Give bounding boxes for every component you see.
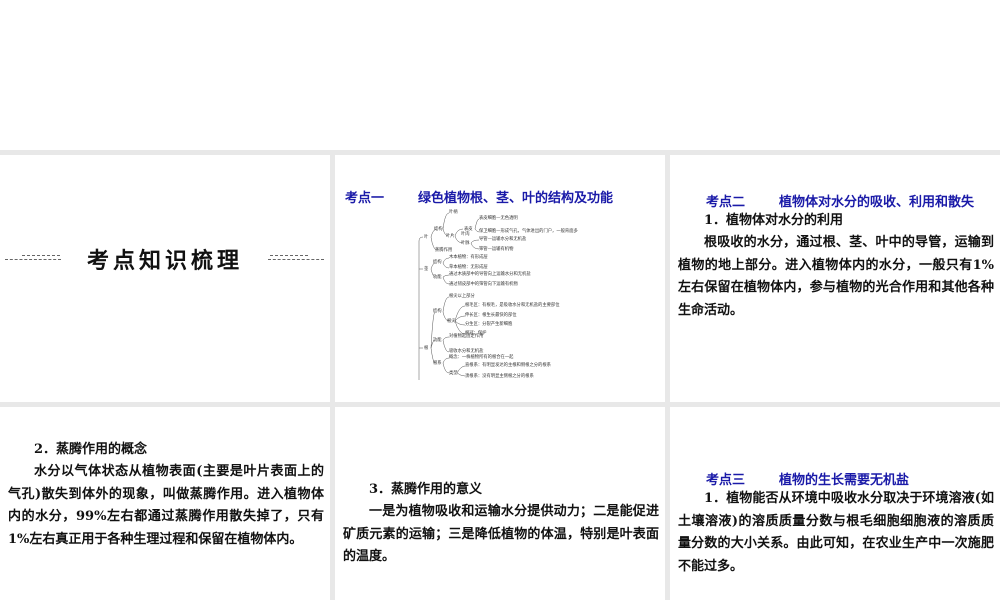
- title-cell: 考点知识梳理: [0, 155, 330, 402]
- node: 草本植物：无形成层: [449, 263, 488, 270]
- topic-label: 考点一: [345, 191, 385, 206]
- node: 筛管—运输有机物: [479, 245, 514, 252]
- node: 伸长区：根生长最快的部位: [465, 311, 517, 318]
- node: 导管—运输水分和无机盐: [479, 235, 527, 242]
- topic-title: 植物体对水分的吸收、利用和散失: [779, 195, 975, 210]
- subheading: 1．植物体对水分的利用: [704, 213, 844, 228]
- topic-label: 考点二: [706, 195, 746, 210]
- node: 通过韧皮部中的筛管向下运输有机物: [449, 280, 518, 287]
- node: 叶柄: [449, 208, 458, 215]
- node: 表皮细胞—无色透明: [479, 214, 518, 221]
- node: 根: [424, 344, 429, 351]
- structure-mind-map: 叶 结构 叶柄 叶片 表皮 表皮细胞—无色透明 保卫细胞—形成气孔，气体进出的门…: [418, 208, 579, 380]
- evaporation-meaning-cell: 3．蒸腾作用的意义 一是为植物吸收和运输水分提供动力；二是能促进矿质元素的运输；…: [335, 407, 665, 600]
- node: 通过木质部中的导管向上运输水分和无机盐: [449, 270, 531, 277]
- topic1-cell: 考点一 绿色植物根、茎、叶的结构及功能 叶 结构 叶柄 叶片 表皮 表皮细胞—无色…: [335, 155, 665, 402]
- topic2-cell: 考点二 植物体对水分的吸收、利用和散失 1．植物体对水分的利用 根吸收的水分，通过…: [670, 155, 1000, 402]
- node: 保卫细胞—形成气孔，气体进出的门户，一般背面多: [479, 227, 579, 234]
- node: 概念：一株植物所有的根合在一起: [449, 353, 514, 360]
- topic-title: 绿色植物根、茎、叶的结构及功能: [418, 191, 614, 206]
- node: 结构: [434, 225, 443, 232]
- node: 吸收水分和无机盐: [449, 347, 484, 354]
- node: 结构: [433, 307, 442, 314]
- node: 结构: [433, 258, 442, 265]
- node: 叶脉: [461, 239, 470, 246]
- node: 须根系：没有明显主侧根之分的根系: [465, 372, 534, 379]
- topic3-cell: 考点三 植物的生长需要无机盐 1．植物能否从环境中吸收水分取决于环境溶液(如土壤溶…: [670, 407, 1000, 600]
- divider: [270, 255, 308, 256]
- paragraph: 1．植物能否从环境中吸收水分取决于环境溶液(如土壤溶液)的溶质质量分数与根毛细胞…: [678, 491, 994, 574]
- node: 蒸腾作用: [435, 246, 452, 253]
- node: 类型: [449, 369, 458, 376]
- node: 功能: [433, 336, 442, 343]
- node: 直根系：有明显发达的主根和侧根之分的根系: [465, 361, 552, 368]
- node: 叶肉: [461, 230, 470, 237]
- node: 对植物起固定作用: [449, 332, 483, 339]
- topic-label: 考点三: [706, 473, 746, 488]
- node: 功能: [433, 273, 442, 280]
- subheading: 3．蒸腾作用的意义: [369, 482, 483, 497]
- paragraph: 一是为植物吸收和运输水分提供动力；二是能促进矿质元素的运输；三是降低植物的体温，…: [343, 504, 659, 564]
- topic2-heading: 考点二 植物体对水分的吸收、利用和散失: [706, 191, 1000, 210]
- topic-title: 植物的生长需要无机盐: [779, 473, 910, 488]
- node: 根系: [433, 359, 442, 366]
- node: 木本植物：有形成层: [449, 253, 488, 260]
- divider: [268, 259, 324, 260]
- node: 根尖以上部分: [449, 292, 475, 299]
- node: 茎: [424, 265, 429, 272]
- node: 根尖: [447, 317, 456, 324]
- node: 分生区：分裂产生新细胞: [465, 320, 513, 327]
- node: 叶片: [446, 232, 455, 239]
- paragraph: 根吸收的水分，通过根、茎、叶中的导管，运输到植物的地上部分。进入植物体内的水分，…: [678, 235, 994, 318]
- node: 根毛区：有根毛，是吸收水分和无机盐的主要部位: [465, 301, 560, 308]
- subheading: 2．蒸腾作用的概念: [34, 442, 148, 457]
- paragraph: 水分以气体状态从植物表面(主要是叶片表面上的气孔)散失到体外的现象，叫做蒸腾作用…: [8, 464, 324, 547]
- topic3-heading: 考点三 植物的生长需要无机盐: [706, 469, 943, 488]
- evaporation-concept-cell: 2．蒸腾作用的概念 水分以气体状态从植物表面(主要是叶片表面上的气孔)散失到体外…: [0, 407, 330, 600]
- node: 叶: [424, 233, 429, 240]
- node: 表皮: [464, 225, 473, 232]
- topic1-heading: 考点一 绿色植物根、茎、叶的结构及功能: [345, 187, 647, 206]
